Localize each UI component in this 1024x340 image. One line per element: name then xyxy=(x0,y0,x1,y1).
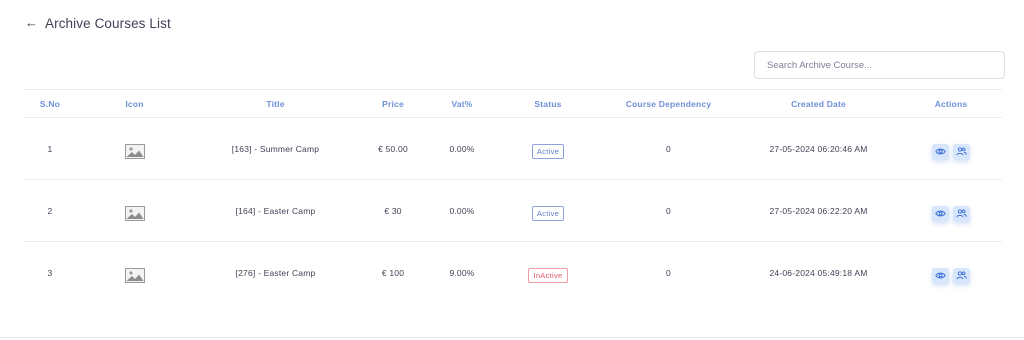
archive-courses-table: S.No Icon Title Price Vat% Status Course… xyxy=(24,89,1002,304)
cell-sno: 3 xyxy=(47,267,53,278)
archive-courses-card: ← Archive Courses List S.No Icon Title P… xyxy=(0,0,1024,338)
cell-created-date: 27-05-2024 06:20:46 AM xyxy=(769,143,868,154)
cell-icon xyxy=(76,118,193,180)
users-button[interactable] xyxy=(953,205,970,222)
users-icon xyxy=(956,271,967,280)
eye-icon xyxy=(935,272,946,279)
view-button[interactable] xyxy=(932,205,949,222)
status-badge: Active xyxy=(531,144,565,159)
view-button[interactable] xyxy=(932,267,949,284)
cell-price: € 100 xyxy=(381,267,405,278)
page-title: Archive Courses List xyxy=(45,15,171,31)
eye-icon xyxy=(935,148,946,155)
column-header-status[interactable]: Status xyxy=(496,90,600,118)
users-icon xyxy=(956,209,967,218)
search-input[interactable] xyxy=(754,51,1005,79)
image-placeholder-icon xyxy=(124,268,145,284)
back-arrow-icon[interactable]: ← xyxy=(25,14,38,32)
column-header-dependency[interactable]: Course Dependency xyxy=(600,90,737,118)
cell-sno: 2 xyxy=(47,205,53,216)
cell-status: InActive xyxy=(496,242,600,304)
cell-created-date: 27-05-2024 06:22:20 AM xyxy=(769,205,868,216)
table-header-row: S.No Icon Title Price Vat% Status Course… xyxy=(24,89,1002,118)
cell-vat: 0.00% xyxy=(449,143,475,154)
table-row: 3 [276] - Easter Camp € 100 9.00% InActi… xyxy=(24,242,1002,304)
eye-icon xyxy=(935,210,946,217)
cell-title: [164] - Easter Camp xyxy=(235,205,316,216)
cell-price: € 50.00 xyxy=(378,143,408,154)
view-button[interactable] xyxy=(932,143,949,160)
cell-status: Active xyxy=(496,180,600,242)
cell-actions xyxy=(900,118,1002,180)
image-placeholder-icon xyxy=(124,206,145,221)
cell-dependency: 0 xyxy=(666,143,671,154)
image-placeholder-icon xyxy=(124,144,145,159)
table-row: 1 [163] - Summer Camp € 50.00 0.00% Acti… xyxy=(24,118,1002,180)
column-header-title[interactable]: Title xyxy=(193,90,358,118)
users-icon xyxy=(956,147,967,156)
column-header-actions: Actions xyxy=(934,98,968,109)
cell-price: € 30 xyxy=(384,205,402,216)
users-button[interactable] xyxy=(953,267,970,284)
status-badge: InActive xyxy=(528,268,568,284)
cell-vat: 9.00% xyxy=(449,267,475,278)
cell-created-date: 24-06-2024 05:49:18 AM xyxy=(769,267,868,278)
cell-dependency: 0 xyxy=(666,267,671,278)
column-header-icon[interactable]: Icon xyxy=(76,90,193,118)
cell-status: Active xyxy=(496,118,600,180)
column-header-price[interactable]: Price xyxy=(358,90,428,118)
cell-actions xyxy=(900,242,1002,304)
page-header: ← Archive Courses List xyxy=(25,14,171,32)
users-button[interactable] xyxy=(953,143,970,160)
status-badge: Active xyxy=(531,206,565,221)
cell-dependency: 0 xyxy=(666,205,671,216)
column-header-vat[interactable]: Vat% xyxy=(428,90,496,118)
cell-title: [276] - Easter Camp xyxy=(235,267,316,278)
column-header-sno[interactable]: S.No xyxy=(24,90,76,118)
table-row: 2 [164] - Easter Camp € 30 0.00% Active … xyxy=(24,180,1002,242)
cell-icon xyxy=(76,180,193,242)
cell-sno: 1 xyxy=(47,143,53,154)
cell-vat: 0.00% xyxy=(449,205,475,216)
cell-icon xyxy=(76,242,193,304)
column-header-created-date[interactable]: Created Date xyxy=(737,90,900,118)
cell-title: [163] - Summer Camp xyxy=(231,143,320,154)
cell-actions xyxy=(900,180,1002,242)
